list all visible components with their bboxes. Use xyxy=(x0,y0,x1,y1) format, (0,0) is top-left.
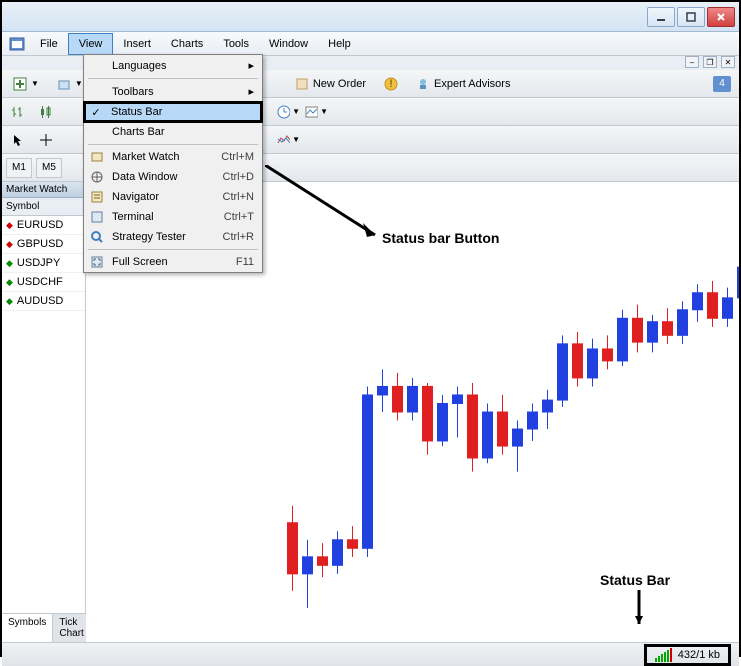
child-close-button[interactable]: ✕ xyxy=(721,56,735,68)
term-icon xyxy=(88,209,106,225)
market-watch-tabs: Symbols Tick Chart xyxy=(2,613,85,642)
menu-item-label: Strategy Tester xyxy=(112,231,186,243)
menu-item-data-window[interactable]: Data Window Ctrl+D xyxy=(84,167,262,187)
view-menu-dropdown: Languages ▸ Toolbars ▸ ✓ Status Bar Charts Bar… xyxy=(83,54,263,273)
new-order-label: New Order xyxy=(313,78,366,90)
submenu-arrow-icon: ▸ xyxy=(248,59,254,72)
shortcut-label: Ctrl+N xyxy=(223,191,254,203)
shortcut-label: Ctrl+M xyxy=(221,151,254,163)
tab-symbols[interactable]: Symbols xyxy=(2,614,53,642)
menu-item-status-bar[interactable]: ✓ Status Bar xyxy=(83,101,263,123)
menu-item-label: Navigator xyxy=(112,191,159,203)
minimize-button[interactable] xyxy=(647,7,675,27)
bar-chart-icon[interactable] xyxy=(6,101,30,123)
menu-file[interactable]: File xyxy=(30,34,68,54)
menu-item-charts-bar[interactable]: Charts Bar xyxy=(84,122,262,142)
menu-item-label: Market Watch xyxy=(112,151,179,163)
menu-item-label: Data Window xyxy=(112,171,177,183)
menu-item-terminal[interactable]: Terminal Ctrl+T xyxy=(84,207,262,227)
symbol-name: GBPUSD xyxy=(17,238,63,250)
traffic-label: 432/1 kb xyxy=(678,649,720,661)
connection-status[interactable]: 432/1 kb xyxy=(644,644,731,666)
new-order-button[interactable]: New Order xyxy=(288,73,373,95)
symbol-name: USDJPY xyxy=(17,257,60,269)
app-icon xyxy=(6,34,28,54)
menu-item-label: Full Screen xyxy=(112,256,168,268)
menu-charts[interactable]: Charts xyxy=(161,34,213,54)
statusbar: 432/1 kb xyxy=(2,642,739,666)
titlebar xyxy=(2,2,739,32)
menu-item-label: Languages xyxy=(112,60,166,72)
menu-item-market-watch[interactable]: Market Watch Ctrl+M xyxy=(84,147,262,167)
notification-badge[interactable]: 4 xyxy=(713,76,731,92)
symbol-row[interactable]: ◆ EURUSD xyxy=(2,216,85,235)
data-icon xyxy=(88,169,106,185)
full-icon xyxy=(88,254,106,270)
shortcut-label: Ctrl+R xyxy=(223,231,254,243)
symbol-header[interactable]: Symbol xyxy=(2,198,85,216)
crosshair-icon[interactable] xyxy=(34,129,58,151)
test-icon xyxy=(88,229,106,245)
menu-item-toolbars[interactable]: Toolbars ▸ xyxy=(84,81,262,102)
watch-icon xyxy=(88,149,106,165)
cursor-icon[interactable] xyxy=(6,129,30,151)
close-button[interactable] xyxy=(707,7,735,27)
expert-advisors-label: Expert Advisors xyxy=(434,78,510,90)
symbol-row[interactable]: ◆ GBPUSD xyxy=(2,235,85,254)
arrow-up-icon: ◆ xyxy=(6,296,13,307)
symbol-row[interactable]: ◆ AUDUSD xyxy=(2,292,85,311)
symbol-row[interactable]: ◆ USDCHF xyxy=(2,273,85,292)
menubar: File View Insert Charts Tools Window Hel… xyxy=(2,32,739,56)
symbol-row[interactable]: ◆ USDJPY xyxy=(2,254,85,273)
annotation-status-bar: Status Bar xyxy=(600,572,670,588)
shortcut-label: Ctrl+T xyxy=(224,211,254,223)
menu-window[interactable]: Window xyxy=(259,34,318,54)
arrow-up-icon: ◆ xyxy=(6,258,13,269)
signal-icon xyxy=(655,648,672,662)
autotrading-button[interactable]: ! xyxy=(377,73,405,95)
shortcut-label: Ctrl+D xyxy=(223,171,254,183)
timeframe-m1-button[interactable]: M1 xyxy=(6,158,32,178)
menu-item-full-screen[interactable]: Full Screen F11 xyxy=(84,252,262,272)
arrow-down-icon: ◆ xyxy=(6,220,13,231)
new-chart-button[interactable]: ▼ xyxy=(6,73,46,95)
menu-tools[interactable]: Tools xyxy=(213,34,259,54)
nav-icon xyxy=(88,189,106,205)
timeframe-m5-button[interactable]: M5 xyxy=(36,158,62,178)
symbol-name: USDCHF xyxy=(17,276,63,288)
annotation-status-bar-button: Status bar Button xyxy=(382,230,499,246)
check-icon: ✓ xyxy=(87,104,105,120)
menu-item-strategy-tester[interactable]: Strategy Tester Ctrl+R xyxy=(84,227,262,247)
expert-advisors-button[interactable]: Expert Advisors xyxy=(409,73,517,95)
menu-insert[interactable]: Insert xyxy=(113,34,161,54)
template-icon[interactable]: ▼ xyxy=(304,101,328,123)
child-minimize-button[interactable]: ‒ xyxy=(685,56,699,68)
shortcut-label: F11 xyxy=(236,256,254,268)
clock-icon[interactable]: ▼ xyxy=(276,101,300,123)
arrow-down-icon: ◆ xyxy=(6,239,13,250)
menu-item-label: Status Bar xyxy=(111,106,162,118)
menu-help[interactable]: Help xyxy=(318,34,361,54)
market-watch-panel: Market Watch Symbol ◆ EURUSD ◆ GBPUSD ◆ USDJP… xyxy=(2,182,86,642)
menu-item-label: Toolbars xyxy=(112,86,154,98)
menu-item-languages[interactable]: Languages ▸ xyxy=(84,55,262,76)
menu-item-label: Terminal xyxy=(112,211,154,223)
symbol-name: EURUSD xyxy=(17,219,63,231)
child-restore-button[interactable]: ❐ xyxy=(703,56,717,68)
svg-text:!: ! xyxy=(390,78,393,90)
maximize-button[interactable] xyxy=(677,7,705,27)
market-watch-title: Market Watch xyxy=(2,182,85,198)
menu-item-label: Charts Bar xyxy=(112,126,165,138)
candle-chart-icon[interactable] xyxy=(34,101,58,123)
annotation-arrow-2 xyxy=(634,590,644,630)
annotation-arrow-1 xyxy=(265,165,385,245)
submenu-arrow-icon: ▸ xyxy=(248,85,254,98)
indicators-icon[interactable]: ▼ xyxy=(276,129,300,151)
menu-item-navigator[interactable]: Navigator Ctrl+N xyxy=(84,187,262,207)
symbol-name: AUDUSD xyxy=(17,295,63,307)
arrow-up-icon: ◆ xyxy=(6,277,13,288)
menu-view[interactable]: View xyxy=(68,33,114,55)
